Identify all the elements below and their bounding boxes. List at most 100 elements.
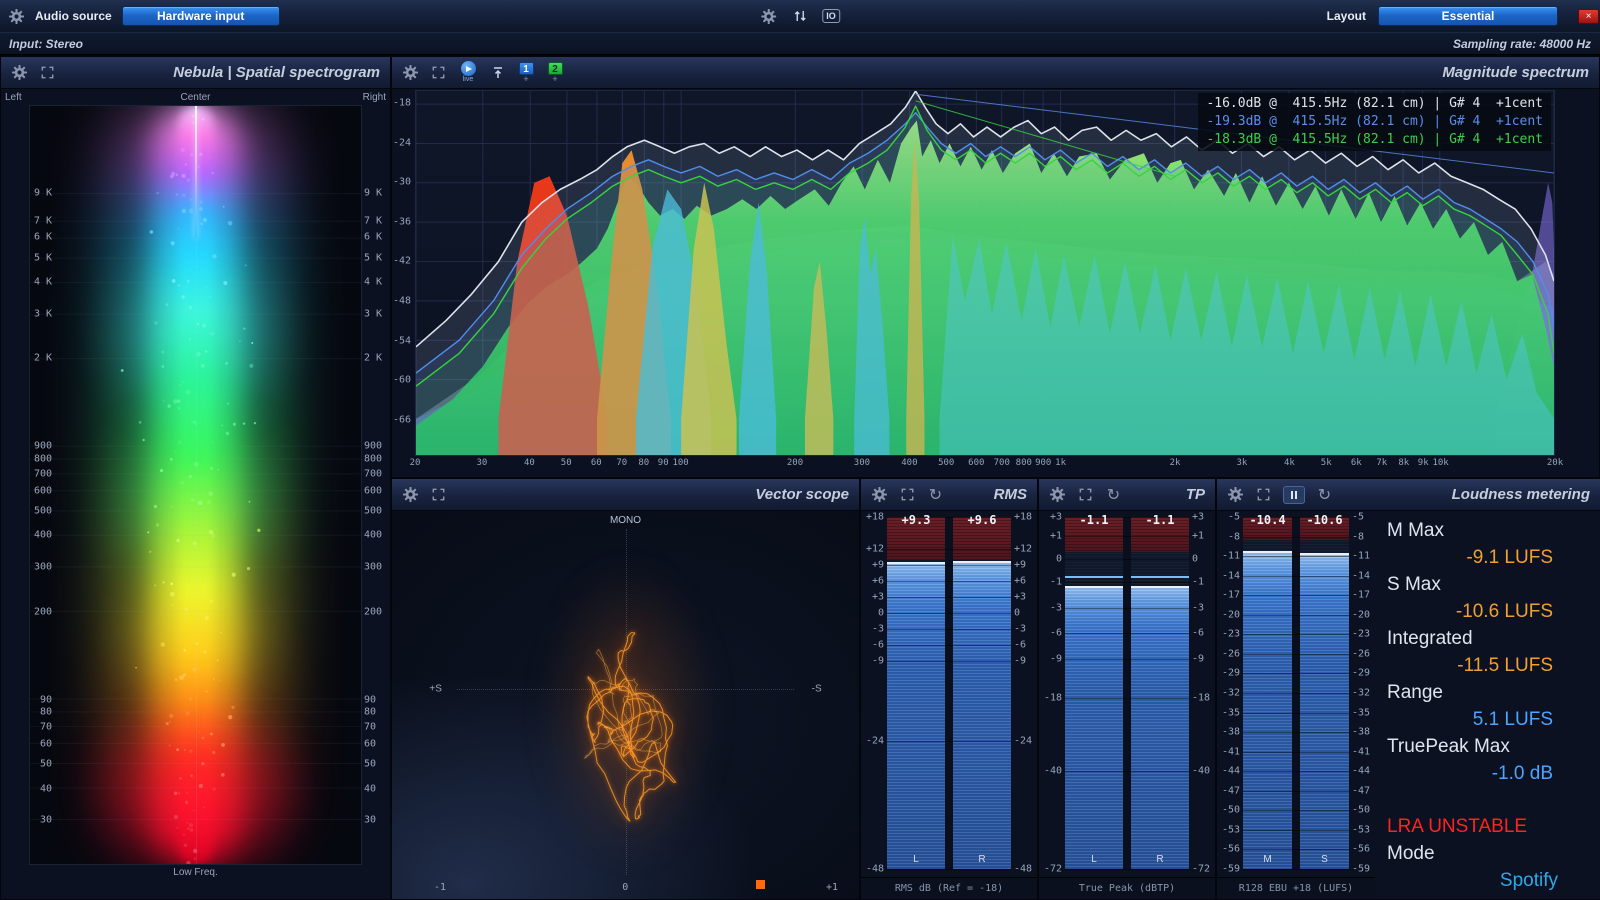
spectrum-x-tick: 10k [1432, 458, 1448, 468]
meter-gridline [887, 597, 1011, 598]
tp-gear-icon[interactable] [1049, 486, 1066, 503]
meter-scale-label: +3 [1189, 512, 1215, 523]
vector-scope-display[interactable]: MONO +S -S -1 0 +1 [392, 511, 859, 899]
loudness-gear-icon[interactable] [1227, 486, 1244, 503]
meter-scale-label: 0 [861, 608, 887, 619]
meter-channel-label: S [1300, 854, 1349, 865]
spectrum-x-tick: 50 [561, 458, 572, 468]
spectrum-gear-icon[interactable] [402, 64, 419, 81]
live-play-button[interactable]: live [458, 61, 478, 84]
spectrogram-freq-tick: 50 [27, 759, 52, 770]
sampling-rate-label: Sampling rate: 48000 Hz [1453, 37, 1591, 51]
meter-scale-label: -56 [1217, 844, 1243, 855]
loudness-reset-icon[interactable]: ↻ [1316, 486, 1333, 503]
meter-scale-label: -24 [1011, 735, 1037, 746]
meter-scale-label: -59 [1217, 864, 1243, 875]
spectrogram-freq-tick: 3 K [27, 308, 52, 319]
rms-fullscreen-icon[interactable] [899, 486, 916, 503]
spectrogram-freq-tick: 900 [364, 441, 389, 452]
tp-meter: LR+3+10-1-3-6-9-18-40-72+3+10-1-3-6-9-18… [1039, 511, 1215, 877]
loudness-stats: M Max -9.1 LUFS S Max -10.6 LUFS Integra… [1375, 511, 1600, 899]
layout-essential-button[interactable]: Essential [1378, 6, 1558, 26]
meter-gridline [1243, 810, 1349, 811]
loudness-metering-panel: ↻ Loudness metering MS-5-8-11-14-17-20-2… [1217, 479, 1600, 899]
vector-gear-icon[interactable] [402, 486, 419, 503]
meter-scale-label: -48 [861, 864, 887, 875]
io-icon[interactable]: IO [822, 9, 840, 23]
meter-scale-label: -38 [1217, 727, 1243, 738]
spectrogram-freq-tick: 30 [27, 815, 52, 826]
spectrogram-freq-tick: 5 K [364, 252, 389, 263]
meter-scale-label: -14 [1349, 570, 1375, 581]
signal-routing-icon[interactable] [791, 8, 808, 25]
meter-scale-label: -9 [1011, 655, 1037, 666]
rms-reset-icon[interactable]: ↻ [927, 486, 944, 503]
lra-alert: LRA UNSTABLE [1387, 813, 1553, 840]
meter-value-label: +9.6 [968, 513, 997, 527]
tp-fullscreen-icon[interactable] [1077, 486, 1094, 503]
meter-value-label: -10.6 [1306, 513, 1342, 527]
meter-scale-left: -5-8-11-14-17-20-23-26-29-32-35-38-41-44… [1217, 511, 1243, 877]
meter-hold-line [1065, 576, 1123, 578]
meter-peak-line [1131, 586, 1189, 588]
meter-scale-label: +3 [861, 591, 887, 602]
meter-scale-label: +9 [861, 559, 887, 570]
meter-scale-label: +18 [861, 512, 887, 523]
spectrogram-freq-tick: 800 [27, 454, 52, 465]
meter-scale-label: +12 [861, 544, 887, 555]
audio-source-gear-icon[interactable] [8, 8, 25, 25]
top-bar-row-1: Audio source Hardware input IO Layout Es… [0, 0, 1600, 32]
meter-gridline [1243, 752, 1349, 753]
low-freq-label: Low Freq. [1, 867, 390, 878]
rms-gear-icon[interactable] [871, 486, 888, 503]
rms-axis-label: RMS dB (Ref = -18) [861, 877, 1037, 899]
spectrum-y-tick: -30 [393, 177, 411, 188]
mode-label[interactable]: Mode [1387, 840, 1553, 867]
loudness-fullscreen-icon[interactable] [1255, 486, 1272, 503]
curve-2-add-icon[interactable]: + [552, 75, 557, 84]
spectrogram-freq-tick: 4 K [364, 277, 389, 288]
spectrum-y-tick: -54 [393, 335, 411, 346]
close-button[interactable]: × [1578, 9, 1599, 24]
meter-gridline [887, 581, 1011, 582]
spectrum-x-tick: 400 [901, 458, 917, 468]
hardware-input-button[interactable]: Hardware input [122, 6, 280, 26]
pause-button[interactable] [1283, 486, 1305, 504]
spatial-spectrogram-panel: Nebula | Spatial spectrogram Left Center… [1, 57, 390, 899]
top-bar-right: Layout Essential [1327, 6, 1592, 26]
spectrogram-freq-tick: 400 [364, 530, 389, 541]
spectrum-x-tick: 40 [524, 458, 535, 468]
meter-bar-fill [887, 563, 945, 869]
meter-bar-fill [1243, 552, 1292, 869]
spectrum-plot[interactable]: -16.0dB @ 415.5Hz (82.1 cm) | G# 4 +1cen… [415, 90, 1555, 456]
spectrum-x-tick: 600 [968, 458, 984, 468]
spectrum-x-tick: 6k [1351, 458, 1362, 468]
curve-1-button[interactable]: 1 + [517, 62, 535, 84]
spectrogram-gear-icon[interactable] [11, 64, 28, 81]
meter-scale-label: -48 [1011, 864, 1037, 875]
curve-2-button[interactable]: 2 + [546, 62, 564, 84]
settings-gear-icon[interactable] [760, 8, 777, 25]
loudness-title: Loudness metering [1452, 486, 1590, 503]
vector-fullscreen-icon[interactable] [430, 486, 447, 503]
meter-gridline [887, 645, 1011, 646]
spectrogram-plot[interactable] [29, 105, 362, 865]
spectrum-x-tick: 7k [1376, 458, 1387, 468]
spectrogram-freq-tick: 300 [364, 562, 389, 573]
meter-gridline [887, 613, 1011, 614]
meter-scale-label: -18 [1189, 692, 1215, 703]
mode-value[interactable]: Spotify [1500, 870, 1558, 892]
spectrum-x-tick: 2k [1170, 458, 1181, 468]
spectrum-fullscreen-icon[interactable] [430, 64, 447, 81]
meter-bars-zone: LR [887, 517, 1011, 869]
curve-1-add-icon[interactable]: + [523, 75, 528, 84]
meter-scale-label: -59 [1349, 864, 1375, 875]
tp-reset-icon[interactable]: ↻ [1105, 486, 1122, 503]
reset-peaks-icon[interactable] [489, 64, 506, 81]
spectrogram-fullscreen-icon[interactable] [39, 64, 56, 81]
spectrum-x-tick: 30 [476, 458, 487, 468]
meter-bar-fill [1131, 587, 1189, 869]
meter-scale-left: +18+12+9+6+30-3-6-9-24-48 [861, 511, 887, 877]
meter-scale-label: -53 [1217, 824, 1243, 835]
meter-gridline [887, 661, 1011, 662]
